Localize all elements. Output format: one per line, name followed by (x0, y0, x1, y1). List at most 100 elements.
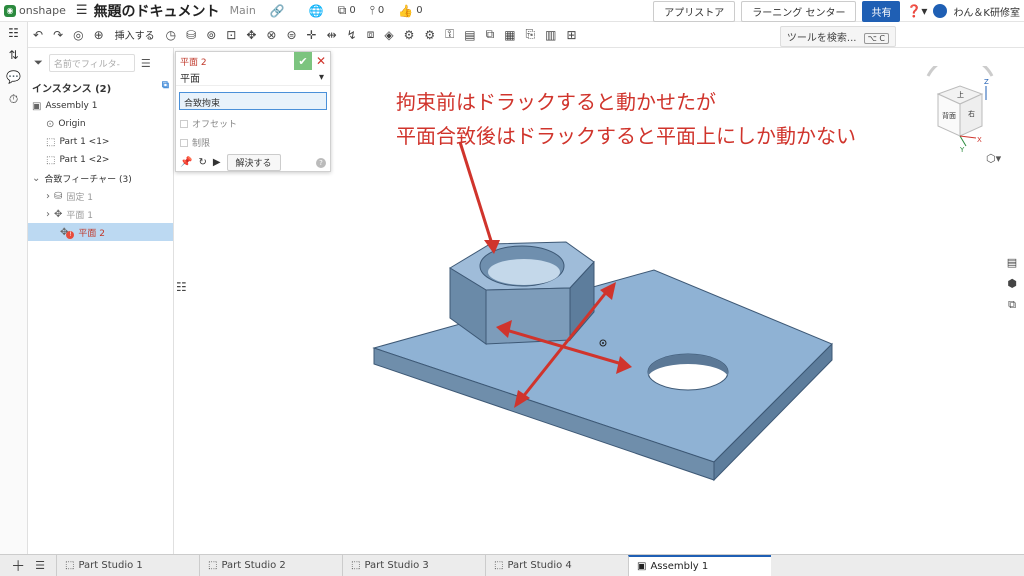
branch-icon[interactable]: ⫯ (370, 3, 375, 18)
redo-icon[interactable]: ↷ (53, 28, 63, 42)
learning-center-button[interactable]: ラーニング センター (741, 0, 857, 22)
tab-part-studio-4[interactable]: ⬚ Part Studio 4 (485, 555, 628, 576)
accept-check-icon[interactable]: ✔ (294, 52, 312, 70)
snap-icon[interactable]: ◷ (166, 28, 176, 42)
help-question-icon[interactable]: ? (316, 157, 326, 168)
annotation-line-2: 平面合致後はドラックすると平面上にしか動かない (396, 124, 856, 148)
slider-mate-icon[interactable]: ⊡ (226, 28, 236, 42)
feature-list-toggle-icon[interactable]: ☷ (176, 280, 187, 294)
mate-dialog: 平面 2 ✔ ✕ 平面 ▾ 合致拘束 オフセット 制限 📌 ↻ ▶ 解決する ? (175, 51, 331, 172)
part-icon: ⬚ (46, 136, 56, 148)
link-icon[interactable]: 🔗 (270, 4, 285, 18)
timer-icon[interactable]: ⏱ (9, 92, 18, 107)
insert-icon[interactable]: ⊕ (94, 28, 104, 42)
view-cube[interactable]: 上 背面 右 Z Y X (920, 66, 1000, 156)
list-view-icon[interactable]: ☰ (141, 57, 151, 70)
instance-panel: ⏷ 名前でフィルタ- ☰ インスタンス (2) ⧉ ▣ Assembly 1 ⊙… (28, 48, 174, 554)
play-icon[interactable]: ▶ (213, 157, 221, 168)
branch-label[interactable]: Main (230, 4, 256, 17)
logo-text: onshape (19, 4, 66, 17)
filter-input[interactable]: 名前でフィルタ- (48, 54, 135, 72)
mate-connector-field[interactable]: 合致拘束 (179, 92, 327, 110)
globe-icon[interactable]: 🌐 (309, 4, 324, 18)
instances-header[interactable]: インスタンス (2) ⧉ (28, 78, 173, 97)
explode-icon[interactable]: ⎘ (526, 27, 536, 42)
tree-item-mate-fixed[interactable]: › ⛁ 固定 1 (28, 187, 173, 205)
tab-part-studio-1[interactable]: ⬚ Part Studio 1 (56, 555, 199, 576)
offset-checkbox[interactable] (180, 119, 188, 128)
fastened-mate-icon[interactable]: ⛁ (186, 28, 196, 42)
undo-icon[interactable]: ↶ (33, 28, 43, 42)
user-name[interactable]: わん＆K研修室 (953, 4, 1020, 19)
tangent-mate-icon[interactable]: ↯ (347, 28, 357, 42)
display-states-icon[interactable]: ⧉ (1008, 298, 1016, 312)
solve-button[interactable]: 解決する (226, 154, 281, 171)
pin-icon[interactable]: 📌 (180, 157, 192, 168)
tab-part-studio-2[interactable]: ⬚ Part Studio 2 (199, 555, 342, 576)
gear-relation-icon[interactable]: ⚙ (404, 28, 415, 42)
tree-item-assembly[interactable]: ▣ Assembly 1 (28, 97, 173, 115)
tree-item-origin[interactable]: ⊙ Origin (28, 115, 173, 133)
annotation-line-1: 拘束前はドラックすると動かせたが (396, 90, 716, 114)
tree-item-mate-planar-1[interactable]: › ✥ 平面 1 (28, 205, 173, 223)
limits-checkbox-row[interactable]: 制限 (176, 133, 330, 152)
rack-icon[interactable]: ⚙ (424, 28, 435, 42)
avatar[interactable] (933, 4, 948, 18)
cylindrical-mate-icon[interactable]: ⊗ (266, 28, 276, 42)
cancel-close-icon[interactable]: ✕ (312, 52, 330, 70)
like-icon[interactable]: 👍 (398, 4, 413, 18)
revolute-mate-icon[interactable]: ⊚ (206, 28, 216, 42)
app-store-button[interactable]: アプリストア (653, 0, 736, 22)
measure-icon[interactable]: ⊞ (566, 28, 576, 42)
feature-list-icon[interactable]: ☷ (8, 26, 19, 40)
tool-search[interactable]: ツールを検索... ⌥ C (779, 26, 896, 47)
menu-icon[interactable]: ☰ (76, 3, 88, 18)
add-tab-icon[interactable]: ＋ (11, 556, 25, 576)
mate-name[interactable]: 平面 2 (180, 55, 294, 68)
section-icon[interactable]: ▥ (545, 28, 556, 42)
tree-item-label: Assembly 1 (45, 101, 98, 111)
tab-list-icon[interactable]: ☰ (35, 559, 45, 572)
tree-item-part-1[interactable]: ⬚ Part 1 <1> (28, 133, 173, 151)
help-icon[interactable]: ❓▾ (906, 4, 927, 18)
view-cube-rotate-arc[interactable] (926, 66, 994, 77)
tree-item-label: Part 1 <1> (59, 137, 110, 147)
mate-icon[interactable]: ⇅ (8, 48, 18, 62)
versions-icon[interactable]: ⧉ (338, 3, 347, 18)
insert-button[interactable]: 挿入する (115, 27, 155, 42)
replicate-icon[interactable]: ⧉ (486, 27, 495, 42)
mate-connector-icon[interactable]: ◈ (384, 28, 393, 42)
top-bar: ◉ onshape ☰ 無題のドキュメント Main 🔗 🌐 ⧉ 0 ⫯ 0 👍… (0, 0, 1024, 22)
pattern-icon[interactable]: ▦ (504, 28, 515, 42)
filter-icon[interactable]: ⏷ (34, 56, 43, 70)
appearance-panel-icon[interactable]: ▤ (1007, 256, 1017, 269)
view-options-icon[interactable]: ⬡▾ (986, 152, 1001, 165)
limits-checkbox[interactable] (180, 138, 188, 147)
tab-label: Part Studio 1 (78, 560, 143, 571)
origin-icon: ⊙ (46, 118, 55, 130)
parts-panel-icon[interactable]: ⬢ (1007, 277, 1017, 290)
mate-type-select[interactable]: 平面 ▾ (176, 70, 330, 86)
instances-header-label: インスタンス (2) (32, 84, 112, 95)
screw-icon[interactable]: ⚿ (445, 27, 454, 42)
regenerate-icon[interactable]: ◎ (73, 28, 83, 42)
ball-mate-icon[interactable]: ✛ (307, 28, 317, 42)
tree-item-mates-folder[interactable]: ⌄ 合致フィーチャー (3) (28, 169, 173, 187)
tree-item-mate-planar-2[interactable]: ✥ ! 平面 2 (28, 223, 173, 241)
parallel-mate-icon[interactable]: ⇹ (327, 28, 337, 42)
offset-checkbox-row[interactable]: オフセット (176, 114, 330, 133)
comment-icon[interactable]: 💬 (6, 70, 21, 84)
linear-icon[interactable]: ▤ (464, 28, 475, 42)
share-button[interactable]: 共有 (862, 0, 901, 22)
tab-assembly-1[interactable]: ▣ Assembly 1 (628, 555, 771, 576)
planar-mate-icon[interactable]: ✥ (246, 28, 256, 42)
y-axis (959, 135, 967, 147)
tree-item-part-2[interactable]: ⬚ Part 1 <2> (28, 151, 173, 169)
animate-icon[interactable]: ↻ (198, 157, 206, 168)
add-instance-icon[interactable]: ⧉ (162, 80, 169, 95)
group-icon[interactable]: ⧈ (367, 27, 375, 42)
onshape-logo[interactable]: ◉ onshape (4, 4, 66, 17)
document-title[interactable]: 無題のドキュメント (94, 1, 220, 21)
pin-slot-mate-icon[interactable]: ⊜ (286, 28, 296, 42)
tab-part-studio-3[interactable]: ⬚ Part Studio 3 (342, 555, 485, 576)
